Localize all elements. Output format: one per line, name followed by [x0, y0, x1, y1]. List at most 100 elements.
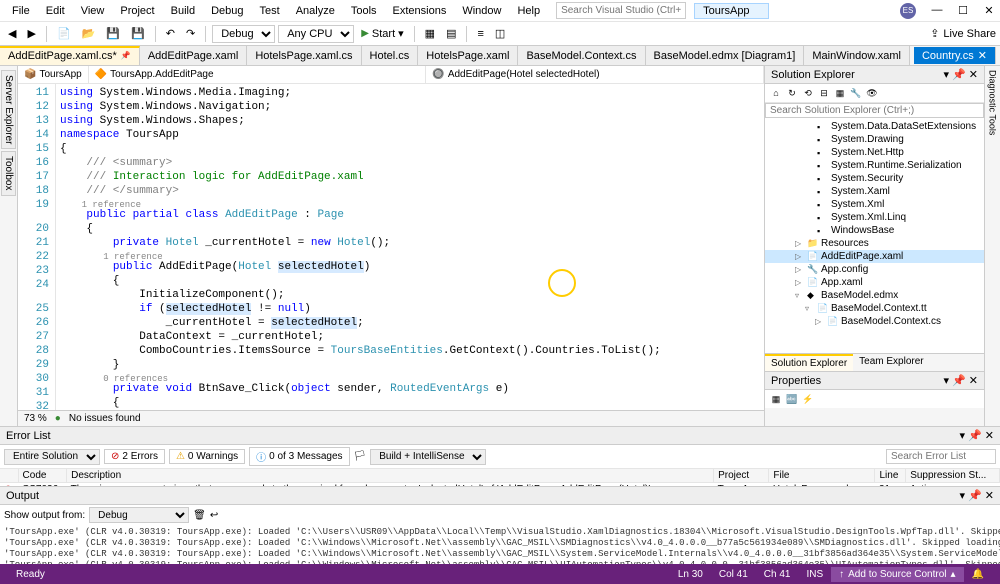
notifications-button[interactable]: 🔔: [964, 569, 992, 580]
tree-item[interactable]: ▷🔧App.config: [765, 263, 984, 276]
menu-file[interactable]: File: [4, 3, 38, 19]
source-control-button[interactable]: ↑ Add to Source Control ▴: [831, 567, 963, 582]
open-button[interactable]: 📂: [78, 25, 100, 42]
tree-item[interactable]: ▷📄AddEditPage.xaml: [765, 250, 984, 263]
tree-item[interactable]: ▪System.Drawing: [765, 133, 984, 146]
menu-help[interactable]: Help: [509, 3, 548, 19]
output-source-selector[interactable]: Debug: [89, 507, 189, 523]
toolbar-btn-3[interactable]: ≡: [473, 26, 487, 42]
tab-basemodel-context[interactable]: BaseModel.Context.cs: [518, 46, 645, 65]
diagnostic-tools-tab[interactable]: Diagnostic Tools: [987, 66, 999, 139]
error-search-input[interactable]: [886, 449, 996, 464]
toolbar-btn-2[interactable]: ▤: [442, 25, 460, 42]
tree-item[interactable]: ▪System.Security: [765, 172, 984, 185]
output-text[interactable]: 'ToursApp.exe' (CLR v4.0.30319: ToursApp…: [0, 525, 1000, 564]
errors-filter[interactable]: ⊘ 2 Errors: [104, 449, 165, 464]
maximize-icon[interactable]: ☐: [956, 4, 970, 17]
user-avatar[interactable]: ES: [900, 3, 916, 19]
nav-fwd-button[interactable]: ▶: [23, 25, 39, 42]
tab-hotel-cs[interactable]: Hotel.cs: [362, 46, 419, 65]
menu-debug[interactable]: Debug: [203, 3, 251, 19]
tab-hotelspage-xaml[interactable]: HotelsPage.xaml: [418, 46, 518, 65]
collapse-button[interactable]: ⊟: [817, 86, 831, 100]
categorize-button[interactable]: ▦: [769, 392, 783, 406]
menu-build[interactable]: Build: [163, 3, 203, 19]
menu-tools[interactable]: Tools: [343, 3, 385, 19]
error-scope-selector[interactable]: Entire Solution: [4, 449, 100, 465]
config-selector[interactable]: Debug: [212, 25, 275, 43]
tab-country-preview[interactable]: Country.cs ✕: [914, 47, 996, 64]
output-wrap-button[interactable]: ↩: [210, 510, 218, 521]
save-all-button[interactable]: 💾: [127, 25, 149, 42]
start-debug-button[interactable]: ▶ Start ▾: [357, 25, 407, 42]
preview-button[interactable]: 👁: [865, 86, 879, 100]
tree-item[interactable]: ▿📄BaseModel.Context.tt: [765, 302, 984, 315]
tab-addeditpage-xaml[interactable]: AddEditPage.xaml: [140, 46, 248, 65]
toolbar-btn-1[interactable]: ▦: [421, 25, 439, 42]
home-button[interactable]: ⌂: [769, 86, 783, 100]
team-explorer-tab[interactable]: Team Explorer: [853, 354, 929, 371]
live-share-button[interactable]: ⇪ Live Share: [930, 27, 996, 40]
menu-window[interactable]: Window: [454, 3, 509, 19]
tree-item[interactable]: ▪WindowsBase: [765, 224, 984, 237]
clear-filter-button[interactable]: 🏳: [354, 451, 367, 462]
properties-button[interactable]: 🔧: [849, 86, 863, 100]
close-tab-icon[interactable]: ✕: [978, 49, 987, 62]
menu-test[interactable]: Test: [252, 3, 288, 19]
tree-item[interactable]: ▿◆BaseModel.edmx: [765, 289, 984, 302]
tree-item[interactable]: ▷📁Resources: [765, 237, 984, 250]
toolbar-btn-4[interactable]: ◫: [491, 25, 509, 42]
solution-selector[interactable]: ToursApp: [694, 3, 768, 19]
search-input[interactable]: [556, 2, 686, 19]
messages-filter[interactable]: ⓘ 0 of 3 Messages: [249, 447, 349, 466]
error-source-selector[interactable]: Build + IntelliSense: [370, 449, 486, 465]
redo-button[interactable]: ↷: [182, 25, 199, 42]
output-clear-button[interactable]: 🗑: [193, 510, 206, 521]
nav-member[interactable]: 🔘 AddEditPage(Hotel selectedHotel): [426, 66, 764, 83]
panel-pin-icon[interactable]: ▾ 📌 ✕: [943, 68, 978, 81]
solution-tree[interactable]: ▪System.Data.DataSetExtensions▪System.Dr…: [765, 118, 984, 353]
new-project-button[interactable]: 📄: [53, 25, 75, 42]
error-table[interactable]: CodeDescriptionProjectFileLineSuppressio…: [0, 469, 1000, 486]
nav-namespace[interactable]: 🔶 ToursApp.AddEditPage: [89, 66, 427, 83]
zoom-level[interactable]: 73 %: [24, 413, 47, 424]
save-button[interactable]: 💾: [102, 25, 124, 42]
solution-explorer-tab[interactable]: Solution Explorer: [765, 354, 853, 371]
toolbox-tab[interactable]: Toolbox: [1, 151, 16, 195]
tree-item[interactable]: ▷📄App.xaml: [765, 276, 984, 289]
menu-view[interactable]: View: [73, 3, 113, 19]
tab-mainwindow[interactable]: MainWindow.xaml: [804, 46, 910, 65]
nav-back-button[interactable]: ◀: [4, 25, 20, 42]
tree-item[interactable]: ▪System.Xml: [765, 198, 984, 211]
tree-item[interactable]: ▪System.Runtime.Serialization: [765, 159, 984, 172]
tab-addeditpage-cs[interactable]: AddEditPage.xaml.cs*📌: [0, 46, 140, 65]
refresh-button[interactable]: ↻: [785, 86, 799, 100]
solution-search-input[interactable]: [765, 103, 984, 118]
warnings-filter[interactable]: ⚠ 0 Warnings: [169, 449, 245, 464]
alpha-sort-button[interactable]: 🔤: [785, 392, 799, 406]
menu-edit[interactable]: Edit: [38, 3, 73, 19]
tree-item[interactable]: ▪System.Xml.Linq: [765, 211, 984, 224]
tree-item[interactable]: ▪System.Data.DataSetExtensions: [765, 120, 984, 133]
server-explorer-tab[interactable]: Server Explorer: [1, 70, 16, 149]
close-icon[interactable]: ✕: [982, 4, 996, 17]
nav-project[interactable]: 📦 ToursApp: [18, 66, 89, 83]
tree-item[interactable]: ▷📄BaseModel.Context.cs: [765, 315, 984, 328]
menu-project[interactable]: Project: [112, 3, 162, 19]
tree-item[interactable]: ▪System.Net.Http: [765, 146, 984, 159]
code-editor[interactable]: 1112131415161718192021222324252627282930…: [18, 84, 764, 410]
tab-hotelspage-cs[interactable]: HotelsPage.xaml.cs: [247, 46, 361, 65]
output-header: Output ▾ 📌 ✕: [0, 487, 1000, 505]
tab-basemodel-edmx[interactable]: BaseModel.edmx [Diagram1]: [646, 46, 805, 65]
show-all-button[interactable]: ▦: [833, 86, 847, 100]
tree-item[interactable]: ▪System.Xaml: [765, 185, 984, 198]
error-row[interactable]: ⊘CS7036There is no argument given that c…: [0, 483, 1000, 487]
menu-extensions[interactable]: Extensions: [385, 3, 455, 19]
props-close[interactable]: ▾ 📌 ✕: [943, 374, 978, 387]
sync-button[interactable]: ⟲: [801, 86, 815, 100]
props-events-button[interactable]: ⚡: [801, 392, 815, 406]
platform-selector[interactable]: Any CPU: [278, 25, 354, 43]
undo-button[interactable]: ↶: [162, 25, 179, 42]
minimize-icon[interactable]: —: [930, 4, 944, 17]
menu-analyze[interactable]: Analyze: [288, 3, 343, 19]
